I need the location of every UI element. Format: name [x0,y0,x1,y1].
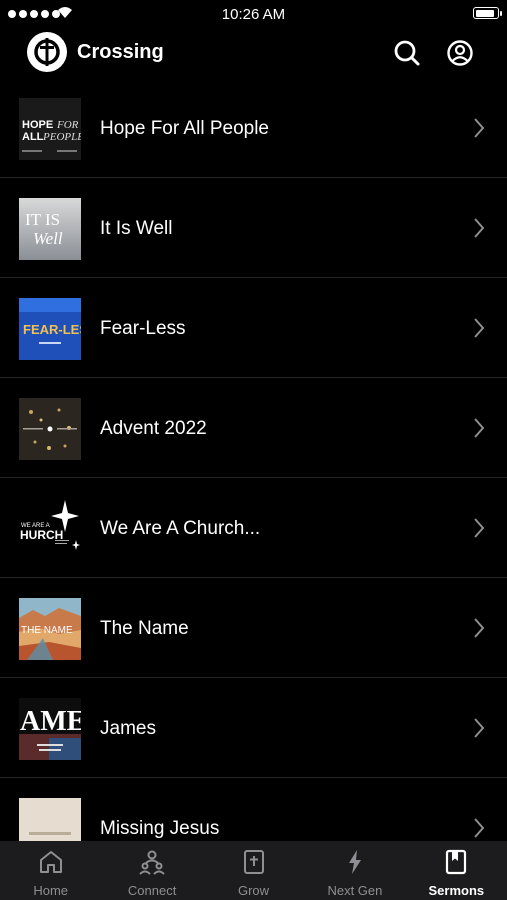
book-icon [446,849,467,875]
thumb-text: THE NAME [21,625,73,636]
status-bar: 10:26 AM [0,0,507,28]
sermon-thumbnail [19,398,81,460]
app-title: Crossing [77,41,164,63]
thumb-text: IT IS [25,210,60,229]
tab-grow[interactable]: Grow [203,841,304,900]
sermon-row[interactable]: Missing Jesus [0,778,507,841]
thumb-text: FOR [56,119,79,131]
sermon-thumbnail: WE ARE A HURCH [19,498,81,560]
bible-icon [243,850,264,874]
chevron-right-icon [474,518,485,538]
sermon-title: Hope For All People [100,118,269,139]
chevron-right-icon [474,618,485,638]
account-button[interactable] [445,38,475,68]
app-header: Crossing [0,28,507,78]
sermon-thumbnail: FEAR-LESS [19,298,81,360]
thumb-text: ALL [22,131,44,143]
thumb-text: HURCH [20,528,63,542]
user-account-icon [447,40,473,66]
sermon-thumbnail: THE NAME [19,598,81,660]
sermon-row[interactable]: WE ARE A HURCH We Are A Church... [0,478,507,578]
chevron-right-icon [474,118,485,138]
chevron-right-icon [474,718,485,738]
search-icon [394,40,420,66]
home-icon [39,851,62,873]
sermon-row[interactable]: Advent 2022 [0,378,507,478]
battery-icon [473,7,502,19]
sermon-title: Missing Jesus [100,818,220,839]
tab-bar: Home Connect Grow Next Gen Sermons [0,841,507,900]
tab-label: Sermons [428,883,485,898]
thumb-text: AME [20,706,81,737]
tab-label: Next Gen [327,883,383,898]
tab-label: Connect [127,883,177,898]
sermon-row[interactable]: AME James [0,678,507,778]
sermon-row[interactable]: IT IS Well It Is Well [0,178,507,278]
thumb-text: HOPE [22,119,53,131]
search-button[interactable] [392,38,422,68]
chevron-right-icon [474,818,485,838]
sermon-thumbnail: HOPE FOR ALL PEOPLE [19,98,81,160]
tab-next-gen[interactable]: Next Gen [304,841,405,900]
sermon-title: James [100,718,156,739]
tab-connect[interactable]: Connect [101,841,202,900]
sermon-row[interactable]: FEAR-LESS Fear-Less [0,278,507,378]
sermon-title: Advent 2022 [100,418,207,439]
thumb-text: PEOPLE [42,131,81,143]
tab-label: Home [33,883,69,898]
connect-icon [139,850,165,875]
tab-label: Grow [237,883,270,898]
thumb-text: FEAR-LESS [23,322,81,337]
chevron-right-icon [474,318,485,338]
sermon-thumbnail [19,798,81,841]
status-time: 10:26 AM [221,6,286,23]
tab-sermons[interactable]: Sermons [406,841,507,900]
sermon-row[interactable]: HOPE FOR ALL PEOPLE Hope For All People [0,78,507,178]
lightning-icon [348,850,361,874]
sermon-title: Fear-Less [100,318,186,339]
sermon-thumbnail: IT IS Well [19,198,81,260]
church-logo-icon[interactable] [27,32,67,72]
chevron-right-icon [474,418,485,438]
chevron-right-icon [474,218,485,238]
sermon-list[interactable]: HOPE FOR ALL PEOPLE Hope For All People … [0,78,507,841]
sermon-thumbnail: AME [19,698,81,760]
thumb-text: Well [33,229,63,248]
tab-home[interactable]: Home [0,841,101,900]
sermon-title: It Is Well [100,218,173,239]
sermon-row[interactable]: THE NAME The Name [0,578,507,678]
sermon-title: We Are A Church... [100,518,261,539]
sermon-title: The Name [100,618,189,639]
